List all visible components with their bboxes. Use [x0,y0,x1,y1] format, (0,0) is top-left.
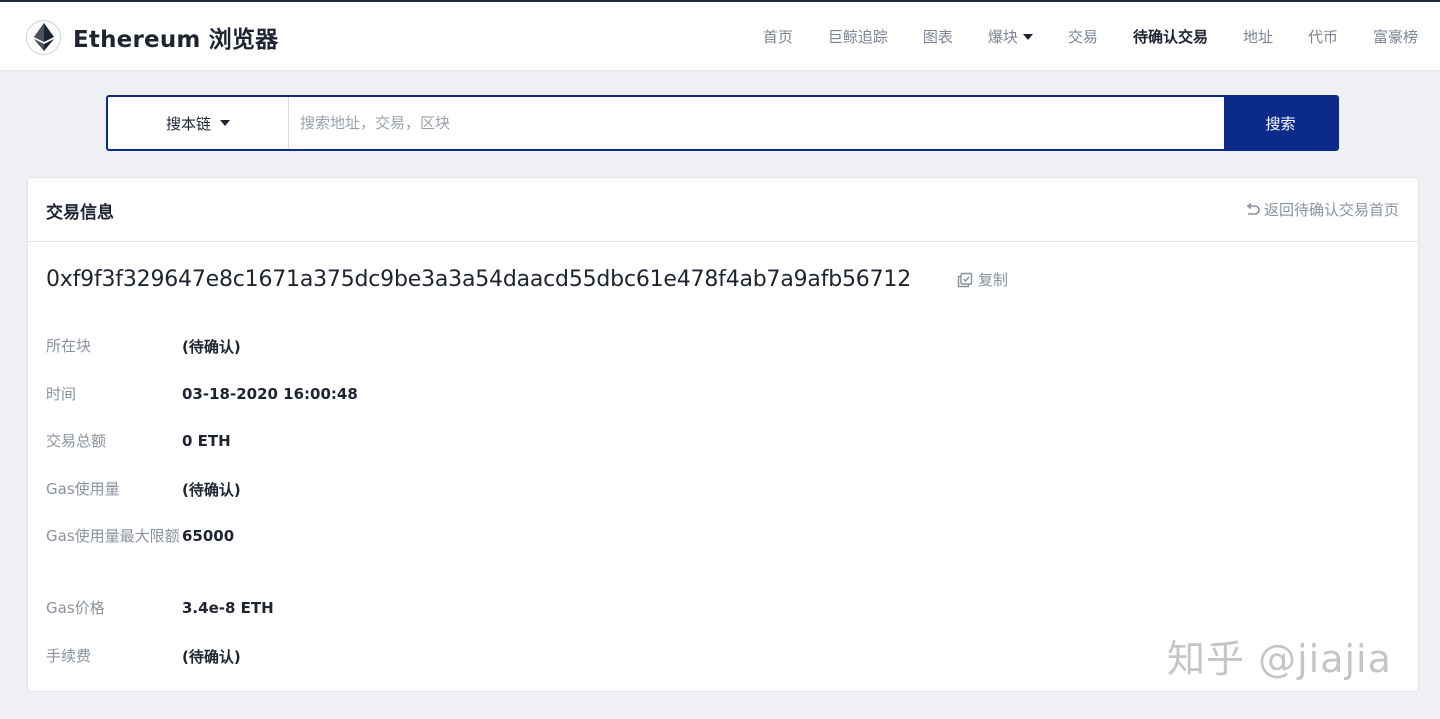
card-title: 交易信息 [46,203,114,223]
nav-item-charts[interactable]: 图表 [923,26,953,47]
detail-row-gas-limit: Gas使用量最大限额 65000 [46,524,234,548]
detail-row-total-amount: 交易总额 0 ETH [46,429,231,453]
search-scope-label: 搜本链 [165,114,211,133]
detail-value: 65000 [182,527,235,545]
nav-item-label: 地址 [1242,28,1273,46]
nav-item-blocks-dropdown[interactable]: 爆块 [988,26,1033,47]
detail-label: Gas价格 [46,599,105,617]
detail-label: 交易总额 [46,432,107,450]
search-scope-select[interactable]: 搜本链 [108,97,289,149]
detail-label: 所在块 [46,337,92,355]
nav-item-label: 图表 [922,28,953,46]
brand-title: Ethereum 浏览器 [73,27,279,53]
nav-item-label: 首页 [762,28,793,46]
return-arrow-icon [1246,202,1260,215]
nav-item-label: 富豪榜 [1372,28,1418,46]
detail-label: 时间 [46,385,77,403]
nav-item-rich-list[interactable]: 富豪榜 [1373,26,1418,47]
chevron-down-icon [220,120,230,126]
copy-button[interactable]: 复制 [957,269,1008,290]
nav-item-whale-tracking[interactable]: 巨鲸追踪 [828,26,888,47]
top-navbar: Ethereum 浏览器 首页 巨鲸追踪 图表 爆块 交易 待确认交易 地址 代… [0,2,1440,71]
detail-label: 手续费 [46,647,92,665]
detail-row-gas-used: Gas使用量 (待确认) [46,477,241,501]
search-bar: 搜本链 搜索 [106,95,1339,151]
nav-item-transactions[interactable]: 交易 [1068,26,1098,47]
nav-item-label: 爆块 [987,28,1018,46]
ethereum-logo-icon [26,19,61,55]
nav-item-home[interactable]: 首页 [763,26,793,47]
detail-row-fee: 手续费 (待确认) [46,644,241,668]
detail-label: Gas使用量 [46,480,120,498]
detail-value: (待确认) [182,480,241,499]
nav-item-label: 巨鲸追踪 [827,28,888,46]
nav-item-label: 待确认交易 [1132,28,1208,46]
search-input[interactable] [289,97,1224,149]
transaction-info-card: 交易信息 返回待确认交易首页 0xf9f3f329647e8c1671a375d… [27,177,1419,692]
transaction-hash-row: 0xf9f3f329647e8c1671a375dc9be3a3a54daacd… [46,267,1008,292]
detail-value: 03-18-2020 16:00:48 [182,385,358,403]
detail-row-gas-price: Gas价格 3.4e-8 ETH [46,596,274,620]
nav-item-label: 交易 [1067,28,1098,46]
nav-item-tokens[interactable]: 代币 [1308,26,1338,47]
nav-item-addresses[interactable]: 地址 [1243,26,1273,47]
detail-value: 0 ETH [182,432,231,450]
watermark: 知乎 @jiajia [1167,637,1392,681]
brand[interactable]: Ethereum 浏览器 [26,19,278,55]
nav-item-label: 代币 [1307,28,1338,46]
search-button[interactable]: 搜索 [1224,97,1337,149]
back-link-label: 返回待确认交易首页 [1263,201,1399,219]
detail-value: (待确认) [182,647,241,666]
copy-label: 复制 [978,271,1009,289]
transaction-hash: 0xf9f3f329647e8c1671a375dc9be3a3a54daacd… [46,267,911,292]
chevron-down-icon [1022,33,1033,40]
main-nav: 首页 巨鲸追踪 图表 爆块 交易 待确认交易 地址 代币 富豪榜 [728,2,1418,71]
copy-icon [957,272,973,287]
back-to-pending-link[interactable]: 返回待确认交易首页 [1245,199,1399,220]
detail-value: (待确认) [182,337,241,356]
nav-item-pending-transactions[interactable]: 待确认交易 [1133,26,1208,47]
detail-label: Gas使用量最大限额 [46,527,180,545]
detail-value: 3.4e-8 ETH [182,599,274,617]
detail-row-time: 时间 03-18-2020 16:00:48 [46,382,358,406]
detail-row-block: 所在块 (待确认) [46,334,241,358]
card-header: 交易信息 返回待确认交易首页 [28,178,1418,242]
